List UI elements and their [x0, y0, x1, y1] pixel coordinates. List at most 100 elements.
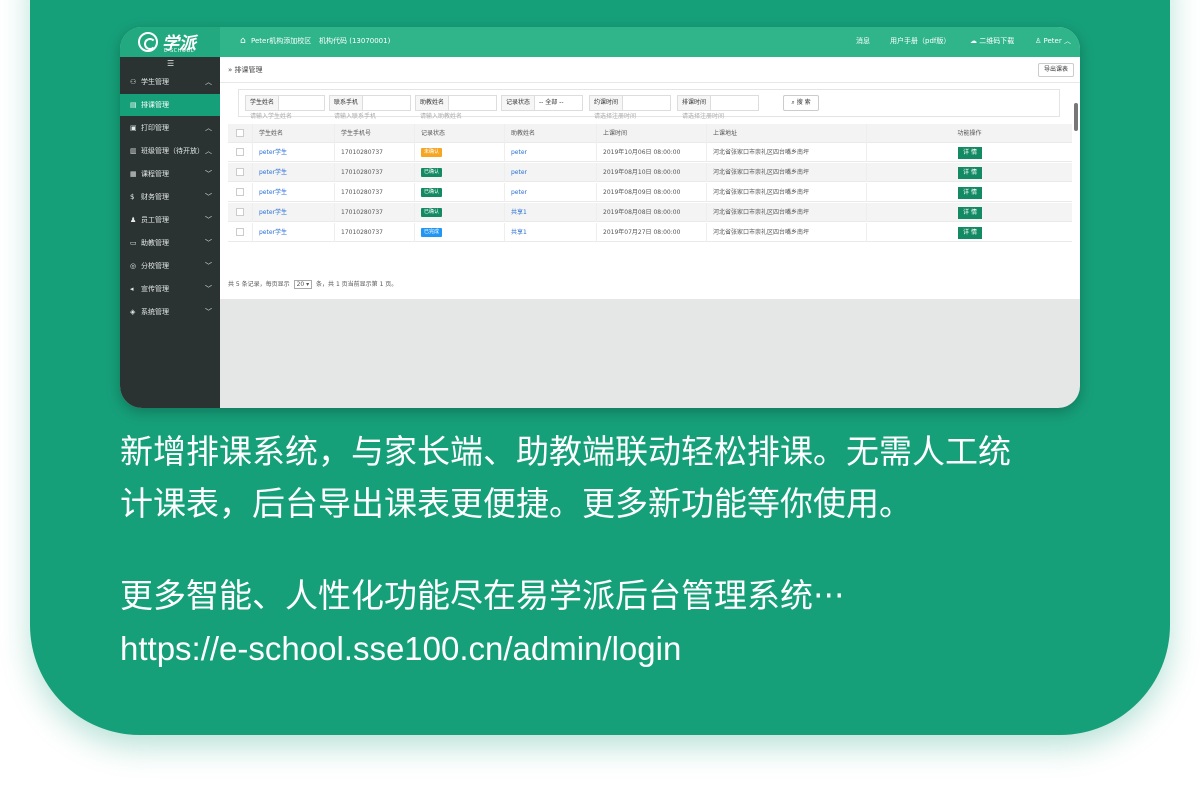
row-checkbox[interactable]	[236, 148, 244, 156]
table-cell: 河北省张家口市崇礼区四台嘴乡南坪	[706, 203, 866, 222]
column-header: 学生姓名	[252, 124, 334, 143]
home-icon[interactable]: ⌂	[240, 36, 246, 46]
detail-button[interactable]: 详 情	[958, 147, 982, 159]
sidebar-item[interactable]: ⚇ 学生管理 ︿	[120, 71, 220, 93]
logo[interactable]: 学派 E-SCHOOL	[120, 27, 220, 57]
qrcode-label: 二维码下载	[979, 37, 1015, 45]
user-menu[interactable]: ♙ Peter ︿	[1035, 36, 1071, 46]
message-link[interactable]: 消息	[856, 36, 870, 46]
table-cell: peter	[504, 183, 596, 202]
table-cell: 已完成	[414, 223, 504, 242]
sidebar-item-label: 课程管理	[141, 170, 169, 178]
column-header: 助教姓名	[504, 124, 596, 143]
filter-label: 学生姓名	[246, 96, 280, 110]
assistant-name-link[interactable]: peter	[511, 169, 527, 176]
manual-link[interactable]: 用户手册（pdf版）	[890, 36, 950, 46]
sidebar-item-label: 班级管理（待开放）	[141, 147, 204, 155]
filter-field[interactable]: 助教姓名请输入助教姓名	[415, 95, 497, 120]
status-badge: 未确认	[421, 148, 443, 157]
column-header: 上课地址	[706, 124, 866, 143]
student-name-link[interactable]: peter学生	[259, 189, 287, 196]
table-cell: 河北省张家口市崇礼区四台嘴乡南坪	[706, 163, 866, 182]
chevron-down-icon: ﹀	[205, 239, 212, 247]
detail-button[interactable]: 详 情	[958, 167, 982, 179]
assistant-name-link[interactable]: peter	[511, 149, 527, 156]
column-header: 学生手机号	[334, 124, 414, 143]
shield-icon: ◈	[130, 308, 136, 316]
sidebar-item[interactable]: ▤ 排课管理	[120, 94, 220, 116]
filter-bar: 学生姓名请输入学生姓名 联系手机请输入联系手机 助教姓名请输入助教姓名 记录状态 -- …	[238, 89, 1060, 120]
sidebar-item[interactable]: ◈ 系统管理 ﹀	[120, 301, 220, 323]
search-button[interactable]: ⌕ 搜 索	[783, 95, 819, 111]
branch-icon: ◎	[130, 262, 137, 270]
chevron-up-icon: ︿	[1063, 37, 1071, 45]
row-checkbox[interactable]	[236, 168, 244, 176]
detail-button[interactable]: 详 情	[958, 207, 982, 219]
assistant-name-link[interactable]: peter	[511, 189, 527, 196]
table-cell: peter学生	[252, 203, 334, 222]
sidebar-item-label: 宣传管理	[141, 285, 169, 293]
table-cell: 共享1	[504, 223, 596, 242]
chevron-up-icon: ︿	[205, 78, 212, 86]
column-header: 功能操作	[866, 124, 1072, 143]
money-icon: $	[130, 193, 135, 201]
student-name-link[interactable]: peter学生	[259, 209, 287, 216]
filter-field[interactable]: 排课时间请选择注册时间	[677, 95, 759, 120]
sidebar-item[interactable]: ▭ 助教管理 ﹀	[120, 232, 220, 254]
sidebar-item[interactable]: ◂ 宣传管理 ﹀	[120, 278, 220, 300]
menu-toggle-icon[interactable]: ☰	[167, 59, 174, 68]
filter-field[interactable]: 记录状态 -- 全部 --	[501, 95, 583, 111]
chevron-down-icon: ﹀	[205, 285, 212, 293]
student-name-link[interactable]: peter学生	[259, 149, 287, 156]
search-icon: ⌕	[791, 99, 795, 106]
sidebar-item[interactable]: ▥ 班级管理（待开放） ︿	[120, 140, 220, 162]
book-icon: ▦	[130, 170, 137, 178]
table-cell: 2019年08月10日 08:00:00	[596, 163, 706, 182]
student-name-link[interactable]: peter学生	[259, 229, 287, 236]
table-cell: peter	[504, 163, 596, 182]
table-row: peter学生 17010280737 已完成 共享1 2019年07月27日 08:0…	[228, 223, 1072, 242]
table-cell: peter学生	[252, 143, 334, 162]
table-cell: 已确认	[414, 183, 504, 202]
filter-field[interactable]: 约课时间请选择注册时间	[589, 95, 671, 120]
table-row: peter学生 17010280737 已确认 peter 2019年08月10日 08…	[228, 163, 1072, 182]
filter-placeholder: 请输入学生姓名	[250, 113, 293, 120]
row-checkbox[interactable]	[236, 208, 244, 216]
card-icon: ▭	[130, 239, 137, 247]
sidebar-item-label: 分校管理	[141, 262, 169, 270]
select-all-checkbox[interactable]	[236, 129, 244, 137]
table-cell: peter学生	[252, 223, 334, 242]
filter-label: 排课时间	[678, 96, 712, 110]
table-cell: peter学生	[252, 163, 334, 182]
filter-field[interactable]: 联系手机请输入联系手机	[329, 95, 411, 120]
sidebar-item[interactable]: ▣ 打印管理 ︿	[120, 117, 220, 139]
login-url[interactable]: https://e-school.sse100.cn/admin/login	[120, 623, 681, 675]
chevron-up-icon: ︿	[205, 147, 212, 155]
table-cell: 详 情	[866, 223, 1072, 242]
filter-label: 联系手机	[330, 96, 364, 110]
sidebar-item[interactable]: ◎ 分校管理 ﹀	[120, 255, 220, 277]
row-checkbox[interactable]	[236, 228, 244, 236]
sidebar-item[interactable]: $ 财务管理 ﹀	[120, 186, 220, 208]
scrollbar[interactable]	[1074, 103, 1078, 131]
column-header: 记录状态	[414, 124, 504, 143]
filter-label: 约课时间	[590, 96, 624, 110]
row-checkbox[interactable]	[236, 188, 244, 196]
sidebar-item-label: 财务管理	[141, 193, 169, 201]
qrcode-link[interactable]: ☁ 二维码下载	[970, 36, 1014, 46]
sidebar-item[interactable]: ▦ 课程管理 ﹀	[120, 163, 220, 185]
table-cell: 已确认	[414, 163, 504, 182]
student-name-link[interactable]: peter学生	[259, 169, 287, 176]
export-schedule-button[interactable]: 导出课表	[1038, 63, 1074, 77]
sidebar-item[interactable]: ♟ 员工管理 ﹀	[120, 209, 220, 231]
chevron-down-icon: ﹀	[205, 216, 212, 224]
page-size-select[interactable]: 20 ▾	[293, 280, 313, 289]
chevron-up-icon: ︿	[205, 124, 212, 132]
filter-field[interactable]: 学生姓名请输入学生姓名	[245, 95, 325, 120]
detail-button[interactable]: 详 情	[958, 227, 982, 239]
table-cell: 2019年10月06日 08:00:00	[596, 143, 706, 162]
detail-button[interactable]: 详 情	[958, 187, 982, 199]
assistant-name-link[interactable]: 共享1	[511, 209, 527, 216]
printer-icon: ▣	[130, 124, 137, 132]
assistant-name-link[interactable]: 共享1	[511, 229, 527, 236]
